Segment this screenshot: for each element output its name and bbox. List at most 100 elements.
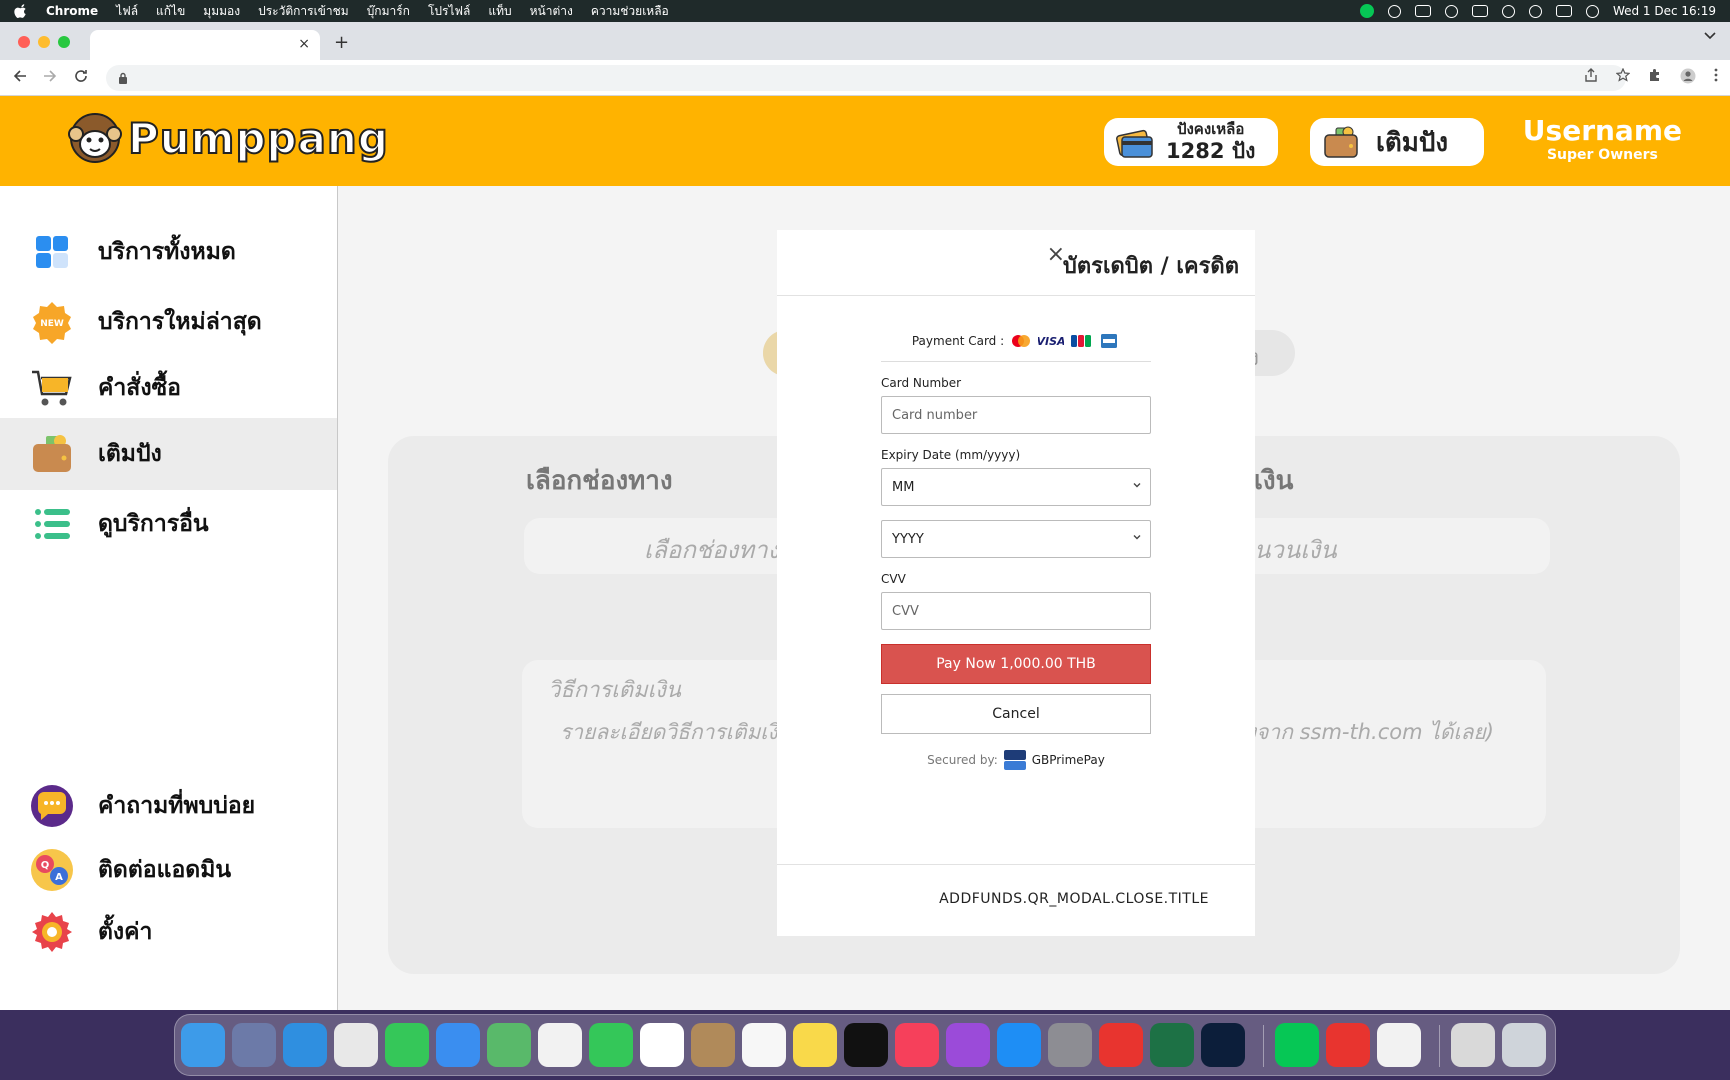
- wallet-icon: [1324, 126, 1358, 158]
- wifi-icon[interactable]: [1501, 4, 1515, 18]
- trash-icon[interactable]: [1502, 1023, 1546, 1067]
- menu-help[interactable]: ความช่วยเหลือ: [591, 2, 669, 21]
- card-payment-form: Payment Card : VISA Card Number Card num…: [881, 328, 1151, 770]
- menu-window[interactable]: หน้าต่าง: [530, 2, 573, 21]
- system-preferences-icon[interactable]: [1048, 1023, 1092, 1067]
- tab-close-icon[interactable]: ×: [298, 36, 310, 52]
- control-center-icon[interactable]: [1555, 5, 1572, 17]
- sidebar-item-all-services[interactable]: บริการทั้งหมด: [0, 216, 337, 288]
- reminders-icon[interactable]: [742, 1023, 786, 1067]
- menu-app-name[interactable]: Chrome: [46, 4, 98, 18]
- user-status-icon[interactable]: [1444, 4, 1458, 18]
- menu-file[interactable]: ไฟล์: [116, 2, 138, 21]
- secured-by-row: Secured by: GBPrimePay: [881, 750, 1151, 770]
- menubar-clock[interactable]: Wed 1 Dec 16:19: [1613, 4, 1716, 18]
- expiry-month-value: MM: [892, 479, 915, 495]
- anydesk-icon[interactable]: [1326, 1023, 1370, 1067]
- toolbar-actions: [1584, 68, 1718, 84]
- photos-icon[interactable]: [538, 1023, 582, 1067]
- cancel-button[interactable]: Cancel: [881, 694, 1151, 734]
- spotlight-icon[interactable]: [1528, 4, 1542, 18]
- user-profile[interactable]: Username Super Owners: [1523, 114, 1682, 163]
- share-icon[interactable]: [1584, 68, 1598, 82]
- app-store-icon[interactable]: [997, 1023, 1041, 1067]
- tab-search-chevron-icon[interactable]: [1704, 32, 1716, 40]
- sidebar-item-label: ตั้งค่า: [98, 919, 153, 945]
- profile-icon[interactable]: [1680, 68, 1696, 84]
- sidebar-item-new-services[interactable]: NEW บริการใหม่ล่าสุด: [0, 286, 337, 358]
- macos-dock: [174, 1014, 1556, 1076]
- podcasts-icon[interactable]: [946, 1023, 990, 1067]
- lock-icon[interactable]: [118, 72, 128, 84]
- chrome-menu-icon[interactable]: [1714, 68, 1718, 82]
- zoom-window-button[interactable]: [58, 36, 70, 48]
- messages-icon[interactable]: [385, 1023, 429, 1067]
- menu-edit[interactable]: แก้ไข: [156, 2, 185, 21]
- expiry-year-select[interactable]: YYYY: [881, 520, 1151, 558]
- cvv-input[interactable]: CVV: [881, 592, 1151, 630]
- photoshop-icon[interactable]: [1201, 1023, 1245, 1067]
- finder-icon[interactable]: [181, 1023, 225, 1067]
- sidebar-item-other-services[interactable]: ดูบริการอื่น: [0, 488, 337, 560]
- mail-icon[interactable]: [436, 1023, 480, 1067]
- visa-icon: VISA: [1038, 335, 1064, 348]
- textedit-icon[interactable]: [1377, 1023, 1421, 1067]
- calendar-icon[interactable]: [640, 1023, 684, 1067]
- new-tab-button[interactable]: +: [334, 32, 349, 53]
- creative-cloud-icon[interactable]: [1387, 4, 1401, 18]
- sidebar-item-topup[interactable]: เติมปัง: [0, 418, 337, 490]
- line-status-icon[interactable]: [1359, 4, 1374, 18]
- sidebar-item-label: ดูบริการอื่น: [98, 511, 209, 537]
- menu-history[interactable]: ประวัติการเข้าชม: [258, 2, 349, 21]
- anydesk-icon[interactable]: [1099, 1023, 1143, 1067]
- safari-icon[interactable]: [283, 1023, 327, 1067]
- maps-icon[interactable]: [487, 1023, 531, 1067]
- payment-card-label: Payment Card :: [911, 333, 1005, 348]
- modal-title: บัตรเดบิต / เครดิต: [1062, 254, 1239, 279]
- minimize-window-button[interactable]: [38, 36, 50, 48]
- balance-value: 1282 ปัง: [1166, 138, 1256, 163]
- contacts-icon[interactable]: [691, 1023, 735, 1067]
- browser-tab[interactable]: ×: [90, 30, 320, 60]
- list-icon: [35, 509, 70, 539]
- address-bar[interactable]: [106, 65, 1626, 91]
- card-number-input[interactable]: Card number: [881, 396, 1151, 434]
- chrome-icon[interactable]: [334, 1023, 378, 1067]
- bookmark-star-icon[interactable]: [1616, 68, 1630, 82]
- sidebar-item-label: คำสั่งซื้อ: [98, 375, 181, 401]
- facetime-icon[interactable]: [589, 1023, 633, 1067]
- sidebar-item-settings[interactable]: ตั้งค่า: [0, 896, 337, 968]
- menu-profiles[interactable]: โปรไฟล์: [428, 2, 470, 21]
- apple-icon[interactable]: [14, 4, 28, 18]
- forward-icon[interactable]: [42, 68, 58, 84]
- sidebar: บริการทั้งหมด NEW บริการใหม่ล่าสุด คำสั่…: [0, 186, 338, 1010]
- line-icon[interactable]: [1275, 1023, 1319, 1067]
- music-icon[interactable]: [895, 1023, 939, 1067]
- siri-icon[interactable]: [1585, 4, 1599, 18]
- expiry-month-select[interactable]: MM: [881, 468, 1151, 506]
- recent-window-icon[interactable]: [1451, 1023, 1495, 1067]
- menu-bookmarks[interactable]: บุ๊กมาร์ก: [367, 2, 410, 21]
- back-icon[interactable]: [12, 68, 28, 84]
- menu-view[interactable]: มุมมอง: [203, 2, 240, 21]
- notes-icon[interactable]: [793, 1023, 837, 1067]
- pay-now-button[interactable]: Pay Now 1,000.00 THB: [881, 644, 1151, 684]
- menu-tab[interactable]: แท็บ: [488, 2, 511, 21]
- site-logo[interactable]: Pumppang: [66, 108, 389, 168]
- launchpad-icon[interactable]: [232, 1023, 276, 1067]
- modal-footer-close-button[interactable]: ADDFUNDS.QR_MODAL.CLOSE.TITLE: [939, 891, 1209, 907]
- new-badge-icon: NEW: [33, 302, 71, 344]
- reload-icon[interactable]: [73, 68, 89, 84]
- topup-pill-button[interactable]: เติมปัง: [1310, 118, 1484, 166]
- balance-pill[interactable]: ปังคงเหลือ 1282 ปัง: [1104, 118, 1278, 166]
- battery-icon[interactable]: [1471, 5, 1488, 17]
- sidebar-item-faq[interactable]: คำถามที่พบบ่อย: [0, 770, 337, 842]
- svg-text:Q: Q: [41, 860, 50, 871]
- excel-icon[interactable]: [1150, 1023, 1194, 1067]
- sidebar-item-orders[interactable]: คำสั่งซื้อ: [0, 352, 337, 424]
- close-window-button[interactable]: [18, 36, 30, 48]
- apple-tv-icon[interactable]: [844, 1023, 888, 1067]
- macos-dock-area: [0, 1010, 1730, 1080]
- extensions-icon[interactable]: [1648, 68, 1662, 82]
- input-source-icon[interactable]: [1414, 5, 1431, 17]
